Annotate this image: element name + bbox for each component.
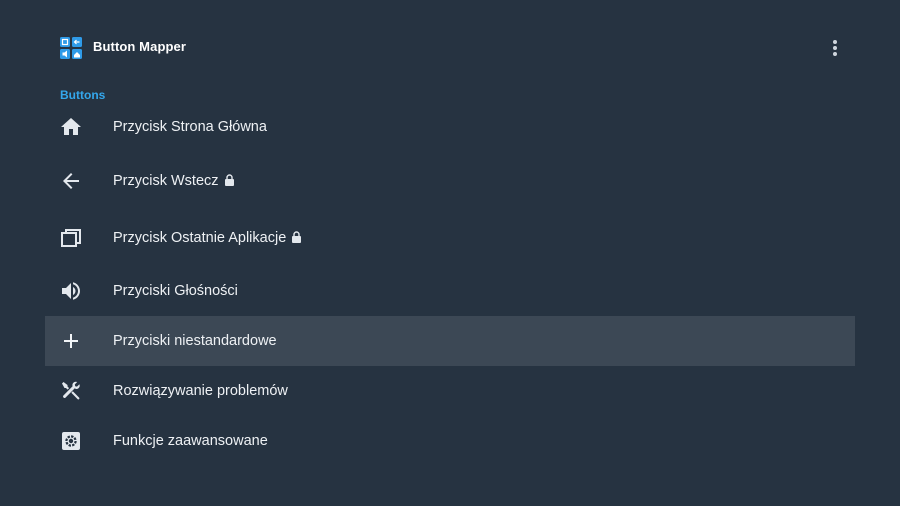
home-icon: [61, 118, 81, 135]
list-item-label: Przycisk Wstecz: [113, 173, 235, 189]
list-item-label: Rozwiązywanie problemów: [113, 383, 288, 399]
list-item-recent-apps-button[interactable]: Przycisk Ostatnie Aplikacje: [45, 209, 855, 266]
list-item-home-button[interactable]: Przycisk Strona Główna: [45, 102, 855, 152]
recent-apps-icon: [61, 228, 81, 247]
list-item-label: Przycisk Strona Główna: [113, 119, 267, 135]
list-item-back-button[interactable]: Przycisk Wstecz: [45, 152, 855, 209]
plus-icon: [64, 334, 78, 348]
list-item-label: Funkcje zaawansowane: [113, 433, 268, 449]
list-item-volume-buttons[interactable]: Przyciski Głośności: [45, 266, 855, 316]
settings-list: Przycisk Strona Główna Przycisk Wstecz P…: [45, 102, 855, 466]
list-item-label: Przyciski niestandardowe: [113, 333, 277, 349]
tools-icon: [62, 381, 80, 400]
toolbar: Button Mapper: [0, 28, 900, 68]
settings-box-icon: [62, 432, 80, 450]
list-item-troubleshooting[interactable]: Rozwiązywanie problemów: [45, 366, 855, 416]
lock-icon: [292, 230, 302, 243]
arrow-back-icon: [63, 172, 79, 189]
volume-icon: [62, 282, 80, 300]
list-item-label: Przyciski Głośności: [113, 283, 238, 299]
lock-icon: [224, 173, 234, 186]
app-title: Button Mapper: [93, 39, 187, 54]
app-screen: Button Mapper Buttons Przycisk Strona Gł…: [0, 0, 900, 506]
section-header-buttons: Buttons: [60, 88, 106, 102]
list-item-custom-buttons[interactable]: Przyciski niestandardowe: [45, 316, 855, 366]
button-mapper-app-icon: [60, 37, 82, 59]
list-item-advanced-features[interactable]: Funkcje zaawansowane: [45, 416, 855, 466]
list-item-label: Przycisk Ostatnie Aplikacje: [113, 230, 302, 246]
more-vert-icon[interactable]: [822, 34, 848, 62]
